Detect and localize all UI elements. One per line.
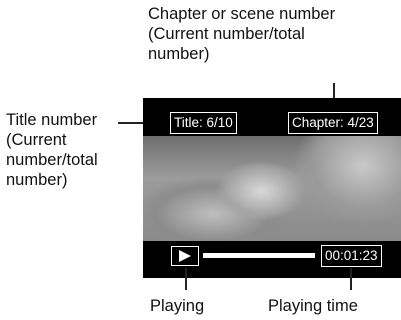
playing-time-display: 00:01:23 bbox=[321, 245, 382, 267]
progress-bar bbox=[203, 253, 315, 258]
playing-time-leader-line bbox=[350, 268, 352, 290]
video-screen: Title: 6/10 Chapter: 4/23 00:01:23 bbox=[143, 98, 401, 278]
chapter-callout-line1: Chapter or scene number bbox=[148, 5, 336, 23]
chapter-callout-line3: number) bbox=[148, 45, 210, 63]
title-callout-line3: number/total bbox=[6, 151, 98, 169]
chapter-callout-line2: (Current number/total bbox=[148, 25, 305, 43]
playing-time-callout: Playing time bbox=[268, 297, 358, 315]
title-callout-line2: (Current bbox=[6, 131, 67, 149]
cat-photo bbox=[143, 136, 401, 241]
title-number-display: Title: 6/10 bbox=[170, 112, 237, 134]
playing-callout: Playing bbox=[150, 297, 205, 315]
chapter-number-display: Chapter: 4/23 bbox=[288, 112, 378, 134]
play-icon bbox=[171, 246, 199, 266]
title-callout-line1: Title number bbox=[6, 111, 98, 129]
playing-leader-line bbox=[185, 268, 187, 290]
title-callout-line4: number) bbox=[6, 171, 68, 189]
